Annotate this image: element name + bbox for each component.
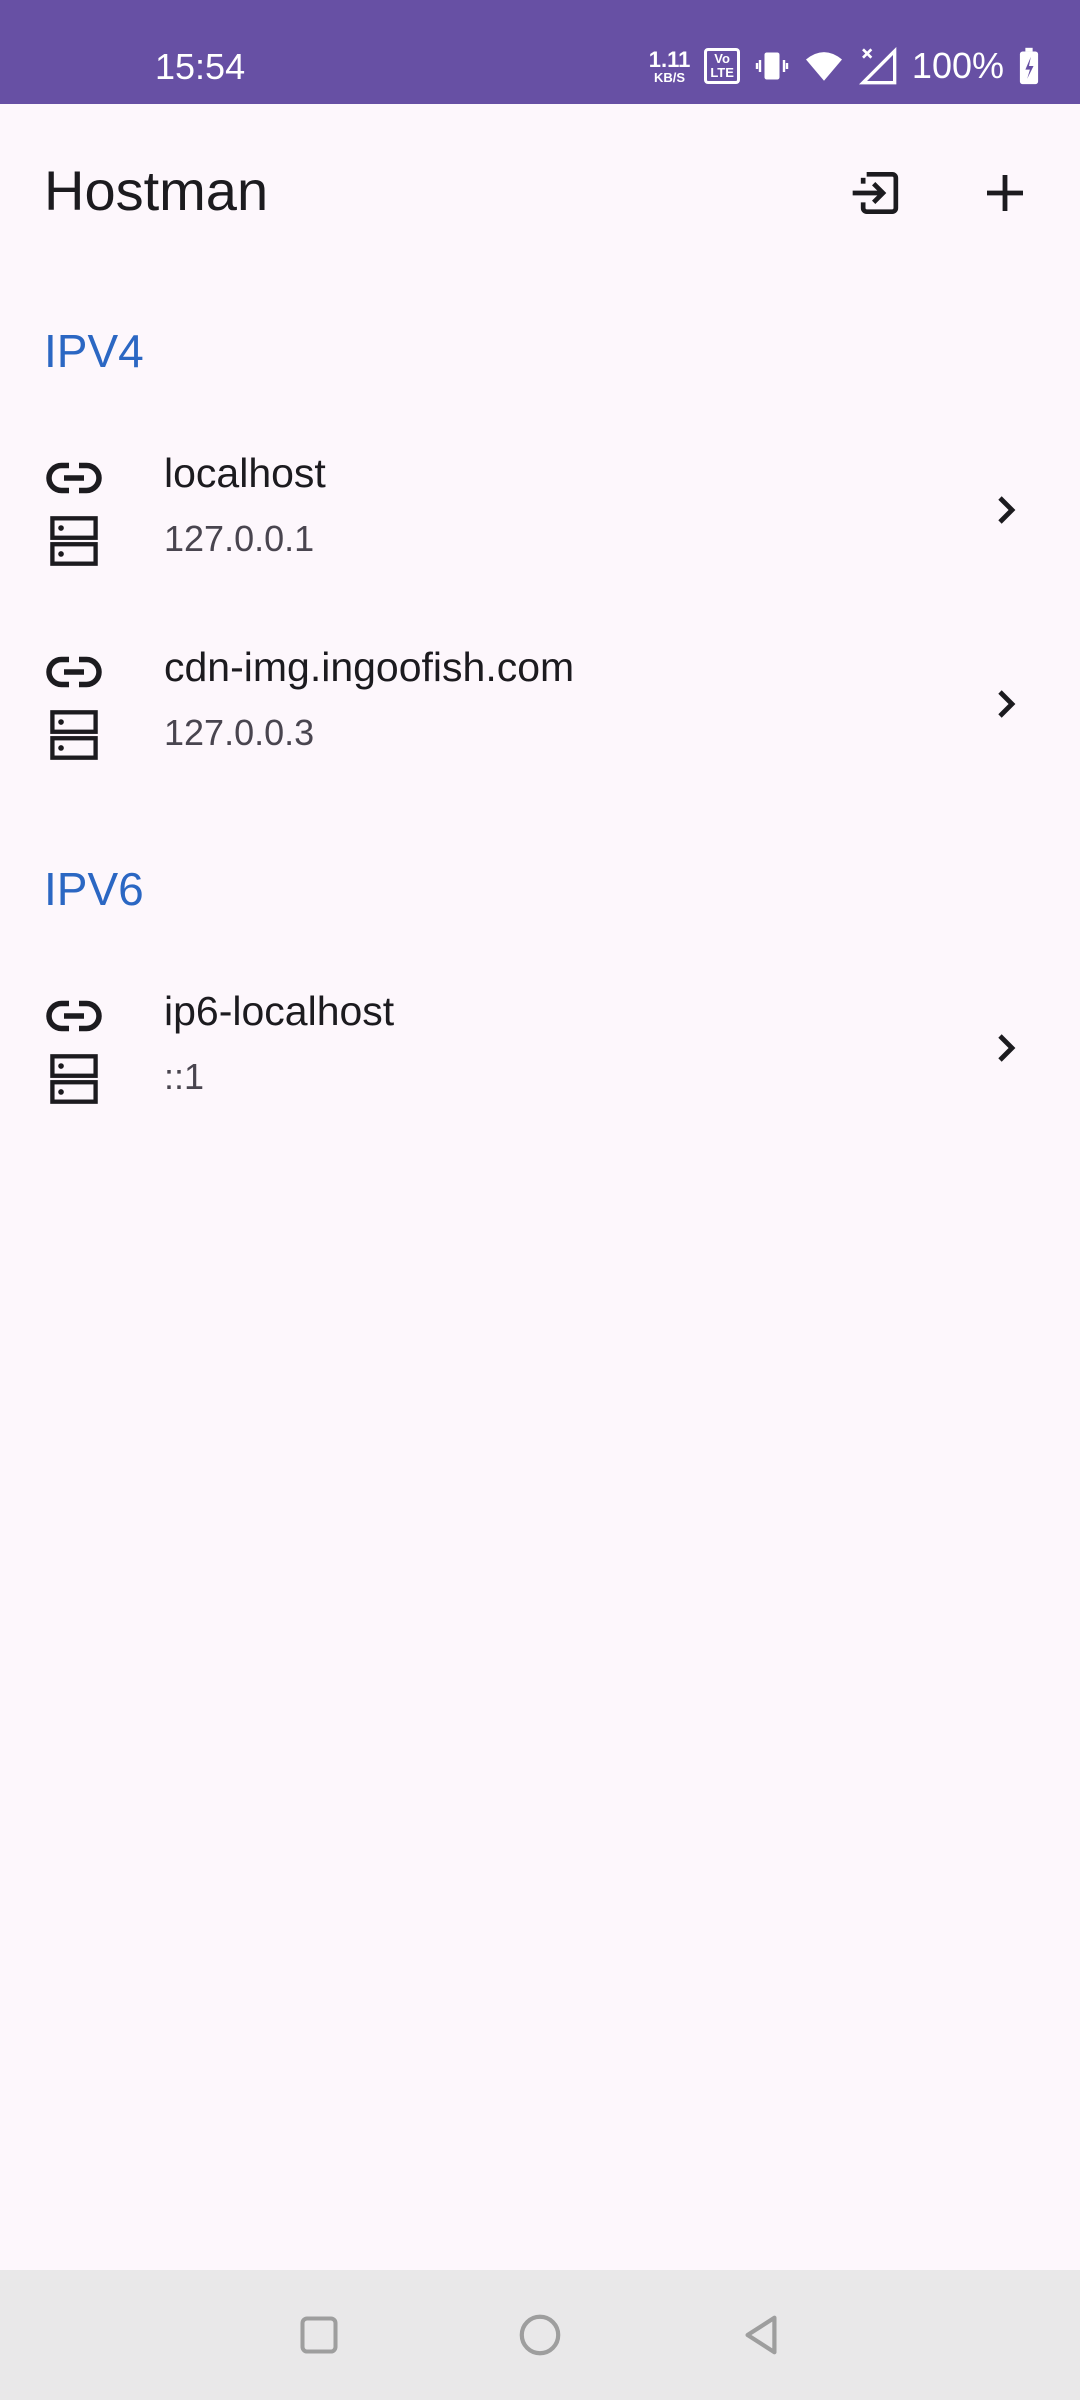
import-button[interactable] bbox=[831, 148, 921, 238]
battery-percent: 100% bbox=[911, 45, 1004, 86]
status-icons: 1.11 KB/S Vo LTE 100% bbox=[648, 45, 1040, 86]
app-bar: Hostman bbox=[0, 104, 1080, 274]
home-button[interactable] bbox=[505, 2300, 575, 2370]
volte-icon: Vo LTE bbox=[704, 47, 740, 85]
host-name: ip6-localhost bbox=[164, 988, 395, 1034]
back-triangle-icon bbox=[745, 2315, 777, 2355]
server-icon bbox=[50, 516, 98, 566]
chevron-right-icon bbox=[998, 496, 1016, 524]
host-address: 127.0.0.1 bbox=[164, 518, 315, 559]
signal-icon bbox=[858, 46, 897, 85]
back-button[interactable] bbox=[726, 2300, 796, 2370]
link-icon bbox=[46, 1000, 102, 1032]
battery-charging-icon bbox=[1019, 47, 1039, 85]
home-circle-icon bbox=[519, 2314, 561, 2356]
host-entry-cdn-img[interactable]: cdn-img.ingoofish.com 127.0.0.3 bbox=[0, 624, 1080, 814]
chevron-right-icon bbox=[998, 690, 1016, 718]
server-icon bbox=[50, 710, 98, 760]
host-address: 127.0.0.3 bbox=[164, 712, 315, 753]
import-icon bbox=[852, 172, 899, 214]
page-title: Hostman bbox=[44, 159, 269, 222]
network-speed: 1.11 KB/S bbox=[648, 46, 691, 85]
recents-button[interactable] bbox=[284, 2300, 354, 2370]
host-entry-localhost[interactable]: localhost 127.0.0.1 bbox=[0, 430, 1080, 620]
vibrate-icon bbox=[755, 52, 789, 80]
chevron-right-icon bbox=[998, 1034, 1016, 1062]
section-header-ipv4: IPV4 bbox=[44, 325, 144, 377]
add-icon bbox=[987, 175, 1023, 211]
recents-square-icon bbox=[300, 2316, 338, 2354]
host-entry-ip6-localhost[interactable]: ip6-localhost ::1 bbox=[0, 968, 1080, 1158]
section-header-ipv6: IPV6 bbox=[44, 863, 144, 915]
system-nav-bar bbox=[0, 2270, 1080, 2400]
server-icon bbox=[50, 1054, 98, 1104]
host-name: cdn-img.ingoofish.com bbox=[164, 644, 575, 690]
host-address: ::1 bbox=[164, 1056, 205, 1097]
wifi-icon bbox=[805, 52, 842, 81]
host-name: localhost bbox=[164, 450, 326, 496]
link-icon bbox=[46, 462, 102, 494]
status-time: 15:54 bbox=[155, 46, 246, 87]
status-bar: 15:54 1.11 KB/S Vo LTE 100% bbox=[0, 0, 1080, 104]
link-icon bbox=[46, 656, 102, 688]
add-host-button[interactable] bbox=[960, 148, 1050, 238]
